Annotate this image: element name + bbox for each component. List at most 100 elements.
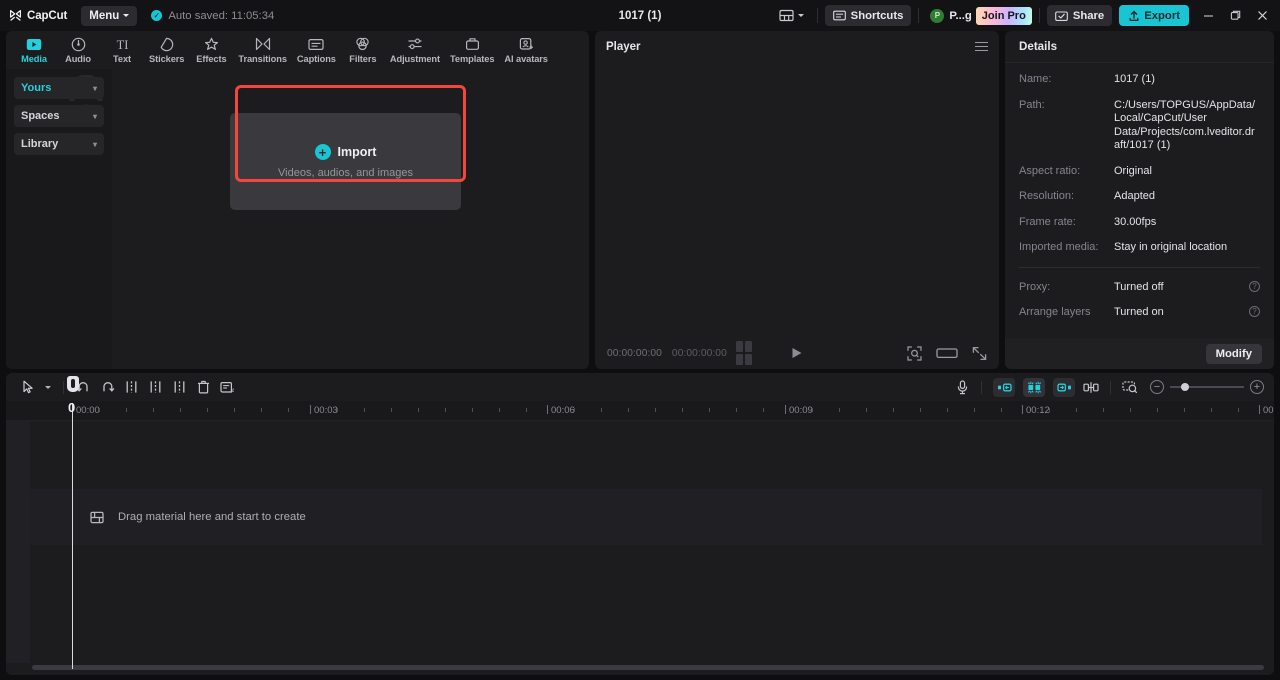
frame-display-icon[interactable] xyxy=(736,341,752,365)
share-label: Share xyxy=(1073,10,1104,22)
playhead-position-label: 0 xyxy=(68,400,75,415)
music-note-icon xyxy=(71,37,86,52)
trim-start-icon[interactable] xyxy=(993,378,1015,397)
cursor-dropdown-icon[interactable] xyxy=(40,376,56,398)
details-title: Details xyxy=(1019,40,1057,53)
import-row: + Import xyxy=(315,144,377,160)
detail-key: Arrange layers xyxy=(1019,306,1114,320)
player-current-time: 00:00:00:00 xyxy=(607,348,662,359)
zoom-out-button[interactable]: − xyxy=(1150,380,1164,394)
close-icon xyxy=(1257,10,1268,21)
split-right-icon[interactable] xyxy=(167,376,191,398)
delete-icon[interactable] xyxy=(191,376,215,398)
chevron-down-icon: ▾ xyxy=(93,112,97,121)
share-button[interactable]: Share xyxy=(1047,5,1112,26)
modify-button[interactable]: Modify xyxy=(1206,344,1262,364)
zoom-slider-knob[interactable] xyxy=(1181,383,1189,391)
tab-media[interactable]: Media xyxy=(12,32,56,68)
tab-captions[interactable]: Captions xyxy=(292,32,341,68)
text-icon: TI xyxy=(114,37,131,52)
player-header: Player xyxy=(595,31,999,62)
tab-transitions[interactable]: Transitions xyxy=(233,32,292,68)
export-label: Export xyxy=(1144,10,1180,22)
tab-stickers[interactable]: Stickers xyxy=(144,32,189,68)
autosave-status: ✓ Auto saved: 11:05:34 xyxy=(151,10,274,22)
help-icon[interactable]: ? xyxy=(1249,306,1260,317)
svg-text:A: A xyxy=(231,388,234,393)
timeline-playhead[interactable] xyxy=(72,403,73,669)
ruler-label: 00 xyxy=(1263,405,1274,416)
snapshot-icon[interactable] xyxy=(907,346,922,361)
split-icon[interactable] xyxy=(119,376,143,398)
sidebar-item-label: Library xyxy=(21,138,58,150)
join-pro-button[interactable]: Join Pro xyxy=(976,7,1032,25)
redo-icon[interactable] xyxy=(95,376,119,398)
media-panel: Media Audio TI Text Stickers xyxy=(6,31,589,369)
play-icon[interactable] xyxy=(793,348,802,358)
trim-end-icon[interactable] xyxy=(1053,378,1075,397)
auto-fit-icon[interactable] xyxy=(1023,378,1045,397)
help-icon[interactable]: ? xyxy=(1249,281,1260,292)
tab-ai-avatars[interactable]: AI avatars xyxy=(499,32,552,68)
sidebar-item-spaces[interactable]: Spaces ▾ xyxy=(14,105,104,127)
tab-effects[interactable]: Effects xyxy=(189,32,233,68)
menu-button[interactable]: Menu xyxy=(81,6,137,26)
hamburger-icon[interactable] xyxy=(975,42,988,52)
detail-row-aspect-ratio: Aspect ratio: Original xyxy=(1019,165,1260,179)
timeline-tracks[interactable]: Drag material here and start to create xyxy=(6,421,1274,675)
player-right-controls xyxy=(907,346,987,361)
minimize-button[interactable] xyxy=(1195,0,1222,31)
link-clip-icon[interactable] xyxy=(1079,376,1103,398)
user-account[interactable]: P P...g xyxy=(926,9,975,23)
zoom-in-button[interactable]: + xyxy=(1250,380,1264,394)
caption-icon xyxy=(308,37,324,52)
export-button[interactable]: Export xyxy=(1119,5,1189,26)
divider xyxy=(1039,8,1040,23)
sidebar-item-library[interactable]: Library ▾ xyxy=(14,133,104,155)
transition-icon xyxy=(255,37,271,52)
player-canvas[interactable] xyxy=(595,62,999,337)
ruler-label: 00:00 xyxy=(76,405,100,416)
sidebar-item-label: Yours xyxy=(21,82,51,94)
media-panel-body: A Yours ▾ Spaces ▾ Library ▾ xyxy=(6,69,589,369)
timeline-dropzone[interactable]: Drag material here and start to create xyxy=(30,489,1262,545)
maximize-button[interactable] xyxy=(1222,0,1249,31)
shortcuts-button[interactable]: Shortcuts xyxy=(825,5,912,26)
playhead-handle[interactable] xyxy=(67,376,79,392)
detail-row-imported-media: Imported media: Stay in original locatio… xyxy=(1019,241,1260,255)
split-left-icon[interactable] xyxy=(143,376,167,398)
player-total-time: 00:00:00:00 xyxy=(672,348,727,359)
player-controls: 00:00:00:00 00:00:00:00 xyxy=(595,337,999,369)
tab-text[interactable]: TI Text xyxy=(100,32,144,68)
template-icon xyxy=(465,37,480,52)
tab-adjustment[interactable]: Adjustment xyxy=(385,32,445,68)
import-subtitle: Videos, audios, and images xyxy=(278,167,413,179)
fullscreen-icon[interactable] xyxy=(972,346,987,361)
tab-filters[interactable]: Filters xyxy=(341,32,385,68)
select-cursor-icon[interactable] xyxy=(16,376,40,398)
details-panel: Details Name: 1017 (1) Path: C:/Users/TO… xyxy=(1005,31,1274,369)
shortcuts-label: Shortcuts xyxy=(851,10,904,22)
sidebar-item-yours[interactable]: Yours ▾ xyxy=(14,77,104,99)
layout-button[interactable] xyxy=(773,9,810,22)
timeline-horizontal-scrollbar[interactable] xyxy=(32,665,1264,670)
timeline-ruler[interactable]: 00:00 00:03 00:06 00:09 00:12 xyxy=(6,401,1274,421)
ruler-label: 00:03 xyxy=(314,405,338,416)
auto-caption-icon[interactable]: A xyxy=(215,376,239,398)
svg-text:TI: TI xyxy=(116,38,128,51)
detail-value: C:/Users/TOPGUS/AppData/Local/CapCut/Use… xyxy=(1114,99,1260,153)
divider xyxy=(1110,381,1111,394)
close-button[interactable] xyxy=(1249,0,1276,31)
detail-row-name: Name: 1017 (1) xyxy=(1019,73,1260,87)
capcut-window: CapCut Menu ✓ Auto saved: 11:05:34 1017 … xyxy=(0,0,1280,680)
zoom-slider[interactable] xyxy=(1170,386,1244,388)
details-header: Details xyxy=(1005,31,1274,63)
aspect-ratio-icon[interactable] xyxy=(936,346,958,360)
detail-key: Aspect ratio: xyxy=(1019,165,1114,179)
import-button[interactable]: + Import Videos, audios, and images xyxy=(230,113,461,210)
tab-templates[interactable]: Templates xyxy=(445,32,499,68)
microphone-icon[interactable] xyxy=(950,376,974,398)
tab-label: Stickers xyxy=(149,54,184,64)
tab-audio[interactable]: Audio xyxy=(56,32,100,68)
preview-icon[interactable] xyxy=(1118,376,1142,398)
